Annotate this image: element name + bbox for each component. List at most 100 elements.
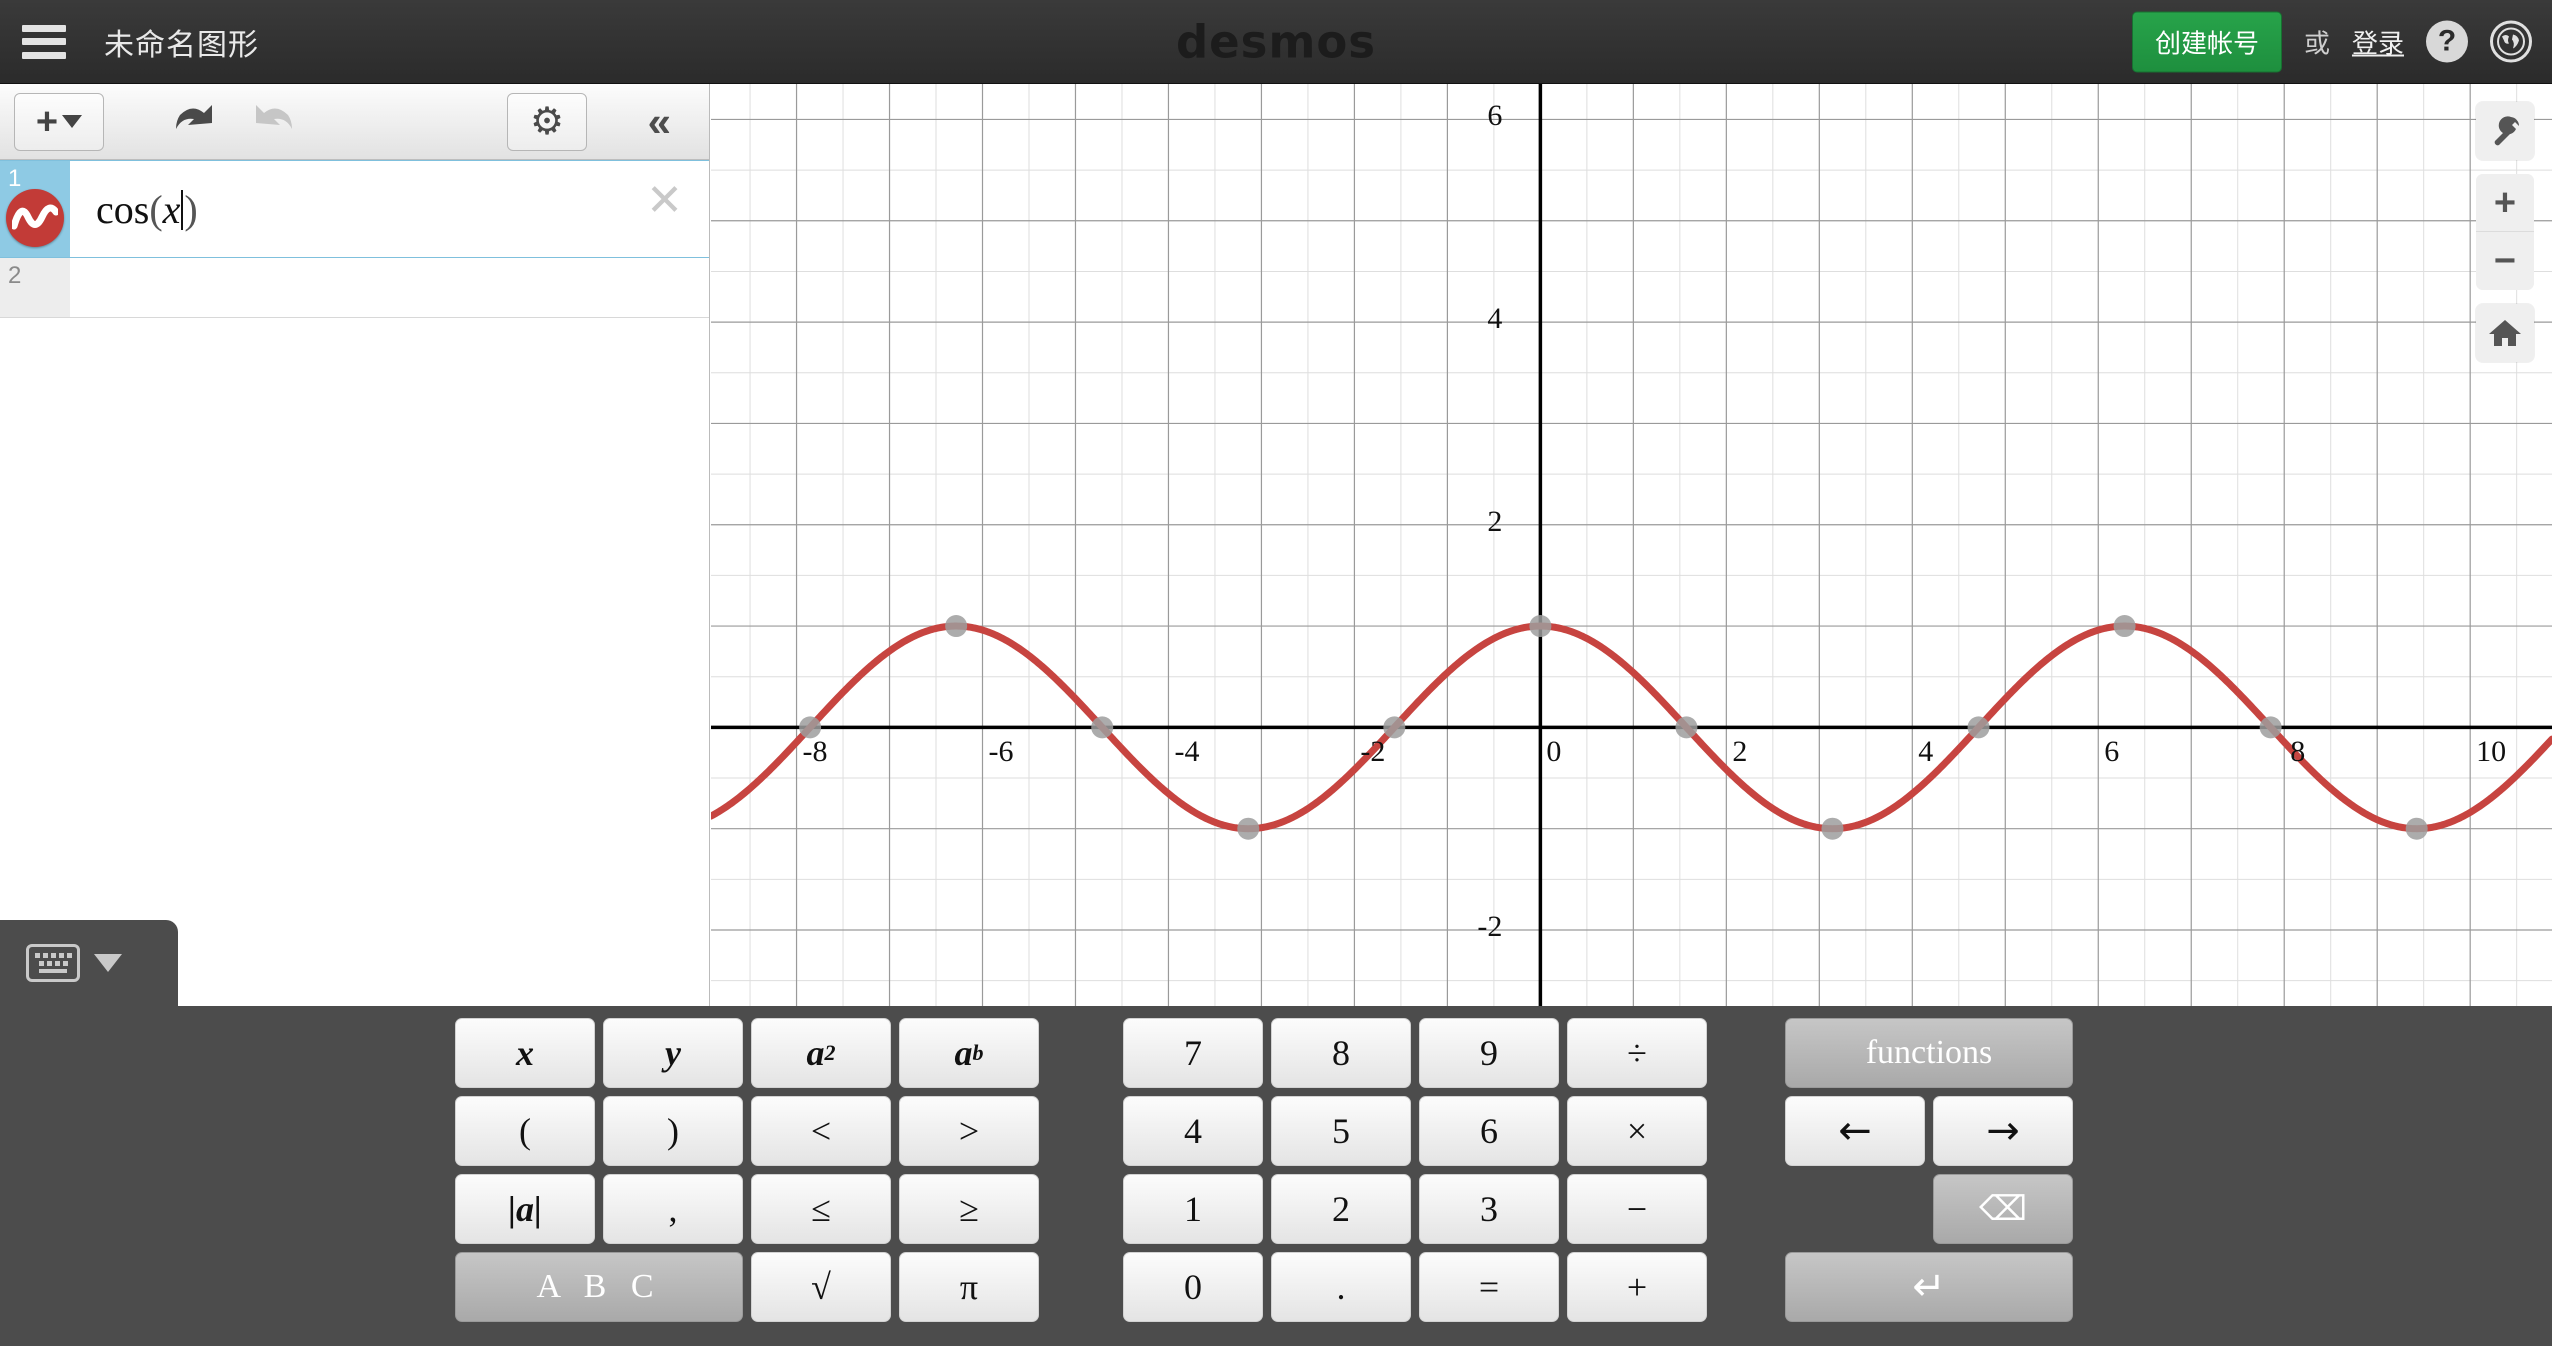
key-close-paren[interactable]: ) bbox=[603, 1096, 743, 1166]
create-account-button[interactable]: 创建帐号 bbox=[2131, 11, 2282, 72]
expression-row-1[interactable]: 1 cos(x) ✕ bbox=[0, 160, 709, 258]
keyboard-section-actions: functions ← → ⌫ ↵ bbox=[1785, 1018, 2073, 1322]
x-axis-tick-label: -2 bbox=[1360, 735, 1386, 769]
keyboard-spacer bbox=[1785, 1174, 1925, 1244]
key-open-paren[interactable]: ( bbox=[455, 1096, 595, 1166]
key-label: ⌫ bbox=[1978, 1189, 2028, 1229]
undo-arrow-icon[interactable] bbox=[166, 97, 222, 146]
plus-icon: + bbox=[2493, 181, 2517, 224]
key-multiply[interactable]: × bbox=[1567, 1096, 1707, 1166]
key-functions[interactable]: functions bbox=[1785, 1018, 2073, 1088]
add-expression-button[interactable]: + bbox=[14, 92, 104, 151]
math-keyboard: x y a 2 a b () < > |a|, ≤ ≥ A B C √ π 7 8 9 ÷ 4 5 6 × 1 2 3− 0. = +… bbox=[0, 1006, 2552, 1346]
key-absolute-value[interactable]: |a| bbox=[455, 1174, 595, 1244]
key-divide[interactable]: ÷ bbox=[1567, 1018, 1707, 1088]
header-actions: 创建帐号 或 登录 ? bbox=[2131, 11, 2532, 72]
wave-icon[interactable] bbox=[6, 189, 64, 247]
minus-icon: − bbox=[2493, 240, 2517, 282]
delete-expression-button[interactable]: ✕ bbox=[646, 179, 683, 223]
key-greater-equal[interactable]: ≥ bbox=[899, 1174, 1039, 1244]
chevron-down-icon bbox=[94, 954, 122, 972]
expression-toolbar: + ⚙ « bbox=[0, 84, 709, 160]
key-square-root[interactable]: √ bbox=[751, 1252, 891, 1322]
x-axis-tick-label: 2 bbox=[1732, 735, 1748, 769]
expression-input-1[interactable]: cos(x) ✕ bbox=[70, 161, 709, 257]
expression-input-2[interactable] bbox=[70, 258, 709, 318]
graph-plot bbox=[711, 84, 2552, 1006]
key-arrow-left[interactable]: ← bbox=[1785, 1096, 1925, 1166]
reset-view-home-button[interactable] bbox=[2476, 304, 2534, 362]
redo-arrow-icon[interactable] bbox=[246, 97, 302, 146]
key-y[interactable]: y bbox=[603, 1018, 743, 1088]
help-icon[interactable]: ? bbox=[2426, 20, 2468, 63]
expr-close-paren: ) bbox=[184, 186, 198, 232]
key-less-than[interactable]: < bbox=[751, 1096, 891, 1166]
zoom-in-button[interactable]: + bbox=[2476, 174, 2534, 232]
brand-text: desmos bbox=[1175, 15, 1377, 68]
y-axis-tick-label: 4 bbox=[1487, 302, 1503, 336]
globe-icon[interactable] bbox=[2490, 20, 2532, 63]
key-label: functions bbox=[1865, 1034, 1993, 1071]
key-arrow-right[interactable]: → bbox=[1933, 1096, 2073, 1166]
graph-controls: + − bbox=[2476, 102, 2534, 362]
expression-math-text: cos(x) bbox=[96, 186, 198, 233]
y-axis-tick-label: 6 bbox=[1487, 99, 1503, 133]
key-7[interactable]: 7 bbox=[1123, 1018, 1263, 1088]
expression-row-2[interactable]: 2 bbox=[0, 258, 709, 318]
chevron-down-icon bbox=[62, 115, 83, 128]
key-x[interactable]: x bbox=[455, 1018, 595, 1088]
key-equals[interactable]: = bbox=[1419, 1252, 1559, 1322]
x-axis-tick-label: 8 bbox=[2290, 735, 2306, 769]
graph-settings-button[interactable]: ⚙ bbox=[507, 92, 587, 151]
key-1[interactable]: 1 bbox=[1123, 1174, 1263, 1244]
gear-icon: ⚙ bbox=[529, 100, 565, 143]
keyboard-toggle-button[interactable] bbox=[0, 920, 178, 1006]
undo-redo-group bbox=[166, 97, 302, 146]
key-a-power-b[interactable]: ab bbox=[899, 1018, 1039, 1088]
x-axis-tick-label: -4 bbox=[1174, 735, 1200, 769]
key-backspace[interactable]: ⌫ bbox=[1933, 1174, 2073, 1244]
key-less-equal[interactable]: ≤ bbox=[751, 1174, 891, 1244]
x-axis-tick-label: 10 bbox=[2476, 735, 2507, 769]
expr-variable: x bbox=[162, 186, 181, 232]
key-0[interactable]: 0 bbox=[1123, 1252, 1263, 1322]
key-label: A B C bbox=[536, 1268, 662, 1305]
key-subtract[interactable]: − bbox=[1567, 1174, 1707, 1244]
graph-canvas[interactable]: -8 -6 -4 -2 0 2 4 6 8 10 -2 2 4 6 + − bbox=[711, 84, 2552, 1006]
key-6[interactable]: 6 bbox=[1419, 1096, 1559, 1166]
document-title[interactable]: 未命名图形 bbox=[104, 20, 259, 64]
home-icon bbox=[2489, 320, 2521, 346]
graph-settings-wrench-button[interactable] bbox=[2476, 102, 2534, 160]
expression-row-index-cell: 2 bbox=[0, 258, 70, 318]
key-decimal[interactable]: . bbox=[1271, 1252, 1411, 1322]
sign-in-link[interactable]: 登录 bbox=[2352, 23, 2404, 60]
key-8[interactable]: 8 bbox=[1271, 1018, 1411, 1088]
keyboard-icon bbox=[26, 944, 80, 982]
key-a-squared[interactable]: a2 bbox=[751, 1018, 891, 1088]
key-enter[interactable]: ↵ bbox=[1785, 1252, 2073, 1322]
key-abc[interactable]: A B C bbox=[455, 1252, 743, 1322]
key-9[interactable]: 9 bbox=[1419, 1018, 1559, 1088]
key-3[interactable]: 3 bbox=[1419, 1174, 1559, 1244]
key-label: ↵ bbox=[1912, 1264, 1946, 1310]
y-axis-tick-label: 2 bbox=[1487, 504, 1503, 538]
zoom-button-group: + − bbox=[2476, 174, 2534, 290]
x-axis-tick-label: 0 bbox=[1546, 735, 1562, 769]
wrench-icon bbox=[2494, 116, 2520, 146]
zoom-out-button[interactable]: − bbox=[2476, 232, 2534, 290]
key-5[interactable]: 5 bbox=[1271, 1096, 1411, 1166]
top-header-bar: 未命名图形 desmos 创建帐号 或 登录 ? bbox=[0, 0, 2552, 84]
row-number: 1 bbox=[8, 165, 22, 192]
key-comma[interactable]: , bbox=[603, 1174, 743, 1244]
expr-open-paren: ( bbox=[149, 186, 163, 232]
collapse-panel-button[interactable]: « bbox=[648, 100, 671, 143]
key-greater-than[interactable]: > bbox=[899, 1096, 1039, 1166]
hamburger-menu-icon[interactable] bbox=[22, 24, 66, 59]
key-add[interactable]: + bbox=[1567, 1252, 1707, 1322]
expr-function-name: cos bbox=[96, 186, 150, 232]
row-number: 2 bbox=[8, 262, 22, 289]
key-label: ← bbox=[1838, 1108, 1872, 1154]
key-2[interactable]: 2 bbox=[1271, 1174, 1411, 1244]
key-4[interactable]: 4 bbox=[1123, 1096, 1263, 1166]
key-pi[interactable]: π bbox=[899, 1252, 1039, 1322]
